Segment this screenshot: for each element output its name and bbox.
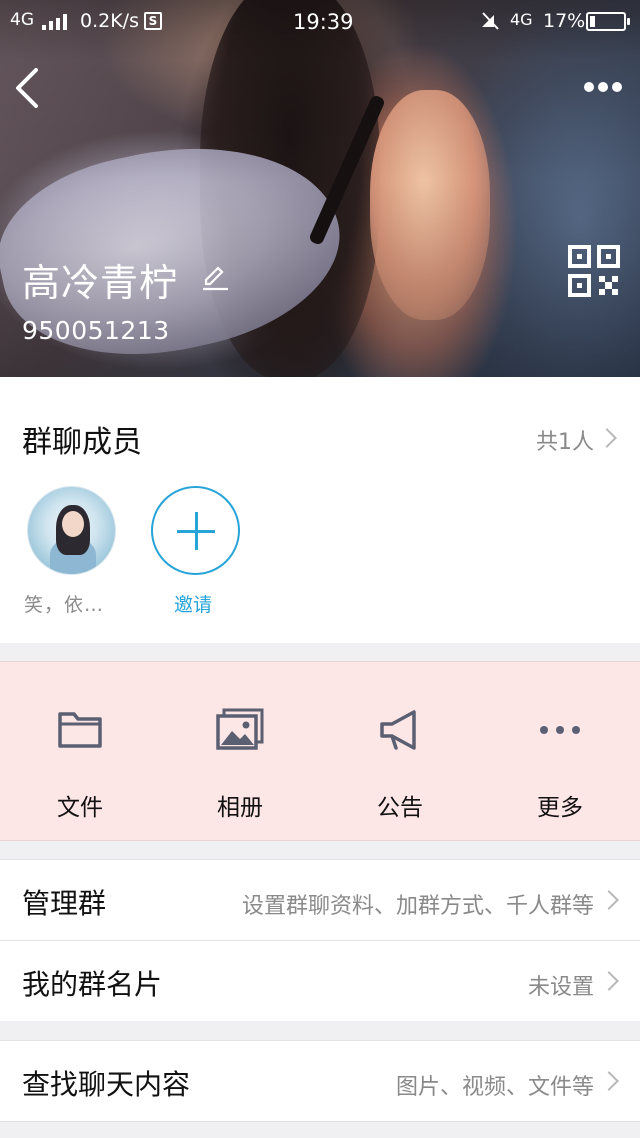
mute-icon: [482, 12, 499, 30]
network-type: 4G: [10, 10, 34, 30]
status-bar: 4G 0.2K/s S 19:39 4G 17%: [0, 0, 640, 42]
action-announcement-label: 公告: [377, 795, 423, 821]
search-chat-row[interactable]: 查找聊天内容 图片、视频、文件等: [0, 1040, 640, 1121]
folder-icon: [58, 712, 102, 748]
manage-group-title: 管理群: [22, 887, 107, 920]
battery-icon: [586, 12, 630, 31]
search-chat-title: 查找聊天内容: [22, 1068, 191, 1101]
network-speed: 0.2K/s: [80, 10, 139, 32]
action-file-label: 文件: [57, 795, 103, 821]
chevron-right-icon: [599, 971, 619, 991]
chevron-right-icon: [599, 890, 619, 910]
my-group-card-title: 我的群名片: [22, 968, 163, 1001]
chevron-right-icon: [599, 1071, 619, 1091]
action-file[interactable]: 文件: [0, 662, 160, 842]
search-chat-value: 图片、视频、文件等: [395, 1075, 594, 1100]
next-section-divider: [0, 1121, 640, 1138]
battery-percent: 17%: [543, 10, 586, 32]
more-options-button[interactable]: [578, 70, 628, 104]
members-count[interactable]: 共1人: [536, 424, 594, 456]
network-type-secondary: 4G: [510, 10, 533, 29]
more-dots-icon: [540, 726, 580, 734]
quick-actions: 文件 相册 公告 更多: [0, 661, 640, 841]
album-icon: [216, 708, 264, 750]
signal-icon: [42, 14, 68, 30]
sim-badge-icon: S: [144, 12, 162, 30]
edit-pencil-icon[interactable]: [200, 262, 230, 292]
qr-code-icon[interactable]: [568, 245, 620, 297]
member-avatar[interactable]: [27, 486, 116, 575]
megaphone-icon: [380, 710, 416, 750]
group-members-section: 群聊成员 共1人 笑，依… 邀请: [0, 377, 640, 643]
manage-group-value: 设置群聊资料、加群方式、千人群等: [241, 894, 594, 919]
my-group-card-value: 未设置: [527, 975, 594, 1000]
action-album[interactable]: 相册: [160, 662, 320, 842]
group-id: 950051213: [22, 316, 170, 345]
back-arrow-icon[interactable]: [10, 62, 50, 114]
invite-button[interactable]: [151, 486, 240, 575]
group-name: 高冷青柠: [22, 261, 179, 305]
chevron-right-icon[interactable]: [597, 428, 617, 448]
action-more-label: 更多: [537, 795, 583, 821]
action-album-label: 相册: [217, 795, 263, 821]
member-name: 笑，依…: [24, 594, 105, 616]
action-more[interactable]: 更多: [480, 662, 640, 842]
invite-label: 邀请: [174, 594, 213, 616]
clock: 19:39: [293, 10, 354, 34]
action-announcement[interactable]: 公告: [320, 662, 480, 842]
members-title[interactable]: 群聊成员: [22, 417, 142, 461]
manage-group-row[interactable]: 管理群 设置群聊资料、加群方式、千人群等: [0, 859, 640, 940]
my-group-card-row[interactable]: 我的群名片 未设置: [0, 940, 640, 1021]
